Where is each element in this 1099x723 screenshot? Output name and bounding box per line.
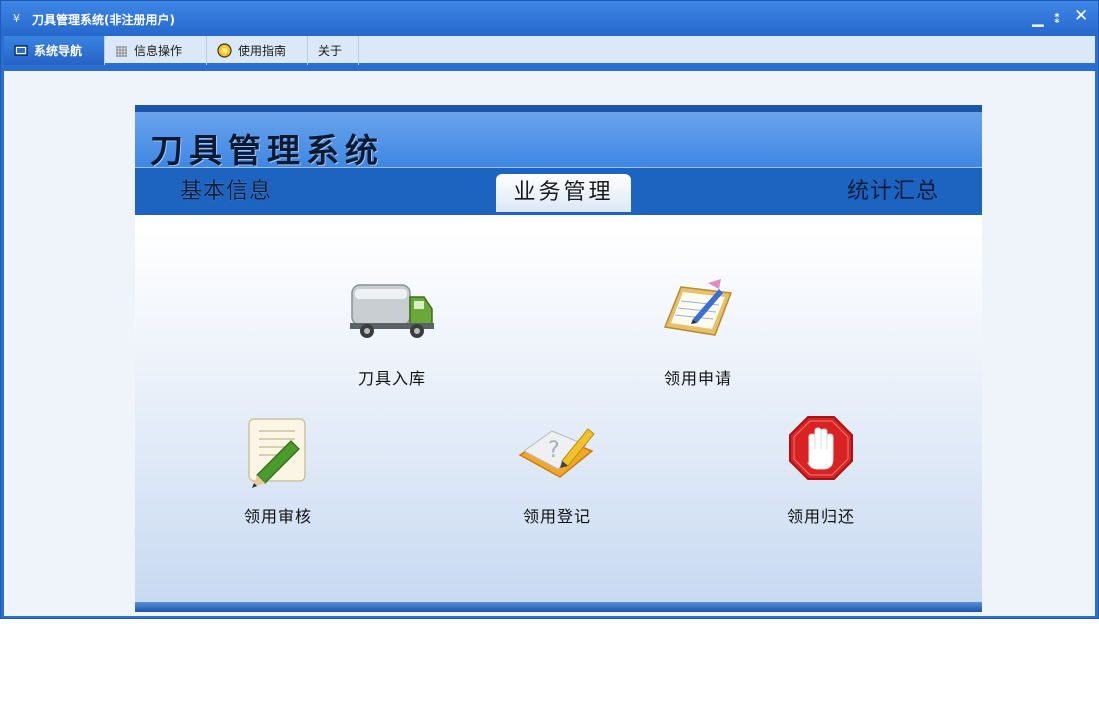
function-label: 领用登记 (522, 507, 591, 526)
function-label: 领用申请 (663, 369, 732, 388)
grid-icon (116, 45, 127, 57)
stop-hand-icon (789, 416, 853, 480)
function-request[interactable]: 领用申请 (628, 277, 768, 389)
function-register[interactable]: ? 领用登记 (487, 415, 627, 527)
clipboard-pen-icon (663, 279, 733, 336)
menu-item-system-nav[interactable]: 系统导航 (4, 36, 105, 65)
function-label: 领用归还 (786, 507, 855, 526)
panel-top-border (135, 105, 982, 112)
menu-item-label: 关于 (318, 44, 343, 58)
panel-bottom-border (135, 602, 982, 612)
truck-icon (350, 284, 434, 338)
minimize-button[interactable]: ▁ (1032, 9, 1044, 27)
panel-title: 刀具管理系统 (150, 131, 384, 170)
panel-header: 刀具管理系统 (135, 112, 982, 170)
help-circle-icon (217, 43, 232, 58)
menu-item-label: 信息操作 (134, 44, 183, 58)
function-return[interactable]: 领用归还 (751, 415, 891, 527)
function-tool-storage[interactable]: 刀具入库 (322, 277, 462, 389)
function-label: 领用审核 (243, 507, 312, 526)
menu-item-info-ops[interactable]: 信息操作 (105, 36, 207, 65)
menu-item-user-guide[interactable]: 使用指南 (207, 36, 308, 65)
menu-bar: 系统导航 信息操作 使用指南 关于 (4, 36, 1095, 67)
tab-basic-info[interactable]: 基本信息 (180, 176, 272, 208)
window-title: 刀具管理系统(非注册用户) (32, 13, 175, 27)
app-logo-icon: ¥ (13, 12, 20, 25)
menu-item-label: 使用指南 (238, 44, 287, 58)
function-review[interactable]: 领用审核 (208, 415, 348, 527)
tab-statistics[interactable]: 统计汇总 (847, 176, 939, 208)
client-area: 刀具管理系统 基本信息 业务管理 统计汇总 刀具入库 领用申请 领用审核 ? 领… (4, 71, 1095, 616)
restore-button[interactable]: ⁑ (1054, 10, 1060, 28)
monitor-icon (14, 44, 28, 56)
svg-text:?: ? (548, 438, 560, 463)
category-tabs: 基本信息 业务管理 统计汇总 (135, 168, 982, 215)
title-bar[interactable]: ¥ 刀具管理系统(非注册用户) ▁ ⁑ ✕ (1, 1, 1098, 36)
menu-item-about[interactable]: 关于 (308, 36, 359, 65)
open-book-pencil-icon: ? (518, 428, 595, 478)
close-button[interactable]: ✕ (1074, 7, 1088, 25)
document-pencil-icon (248, 418, 306, 488)
menu-item-label: 系统导航 (34, 44, 83, 58)
navigation-panel: 刀具管理系统 基本信息 业务管理 统计汇总 刀具入库 领用申请 领用审核 ? 领… (135, 105, 982, 612)
tab-business-management[interactable]: 业务管理 (496, 174, 631, 212)
function-label: 刀具入库 (357, 369, 426, 388)
app-window: ¥ 刀具管理系统(非注册用户) ▁ ⁑ ✕ 系统导航 信息操作 使用指南 关于 … (0, 0, 1099, 619)
